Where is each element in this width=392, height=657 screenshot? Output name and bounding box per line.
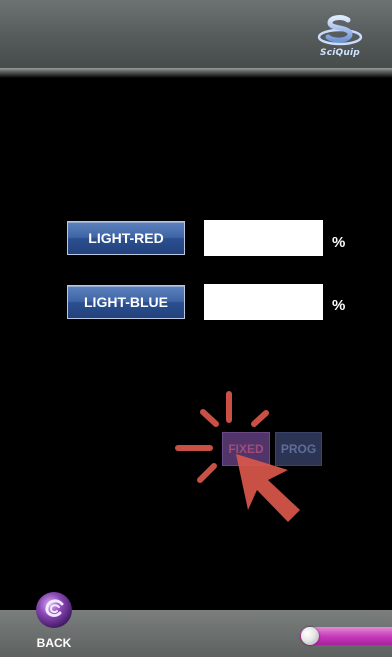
light-red-unit: % xyxy=(332,234,346,251)
light-blue-button[interactable]: LIGHT-BLUE xyxy=(67,285,185,319)
fixed-mode-button[interactable]: FIXED xyxy=(222,432,270,466)
sciquip-logo: SciQuip xyxy=(312,14,368,62)
app-header: SciQuip xyxy=(0,0,392,68)
logo-text: SciQuip xyxy=(320,48,360,58)
light-blue-input[interactable] xyxy=(204,284,323,320)
back-swirl-icon[interactable] xyxy=(35,591,73,629)
prog-mode-button[interactable]: PROG xyxy=(275,432,322,466)
power-slider-knob[interactable] xyxy=(301,627,319,645)
light-red-button[interactable]: LIGHT-RED xyxy=(67,221,185,255)
light-red-input[interactable] xyxy=(204,220,323,256)
sciquip-logo-icon xyxy=(317,15,363,46)
back-button[interactable]: BACK xyxy=(31,636,77,650)
light-blue-unit: % xyxy=(332,297,346,314)
header-divider xyxy=(0,68,392,78)
